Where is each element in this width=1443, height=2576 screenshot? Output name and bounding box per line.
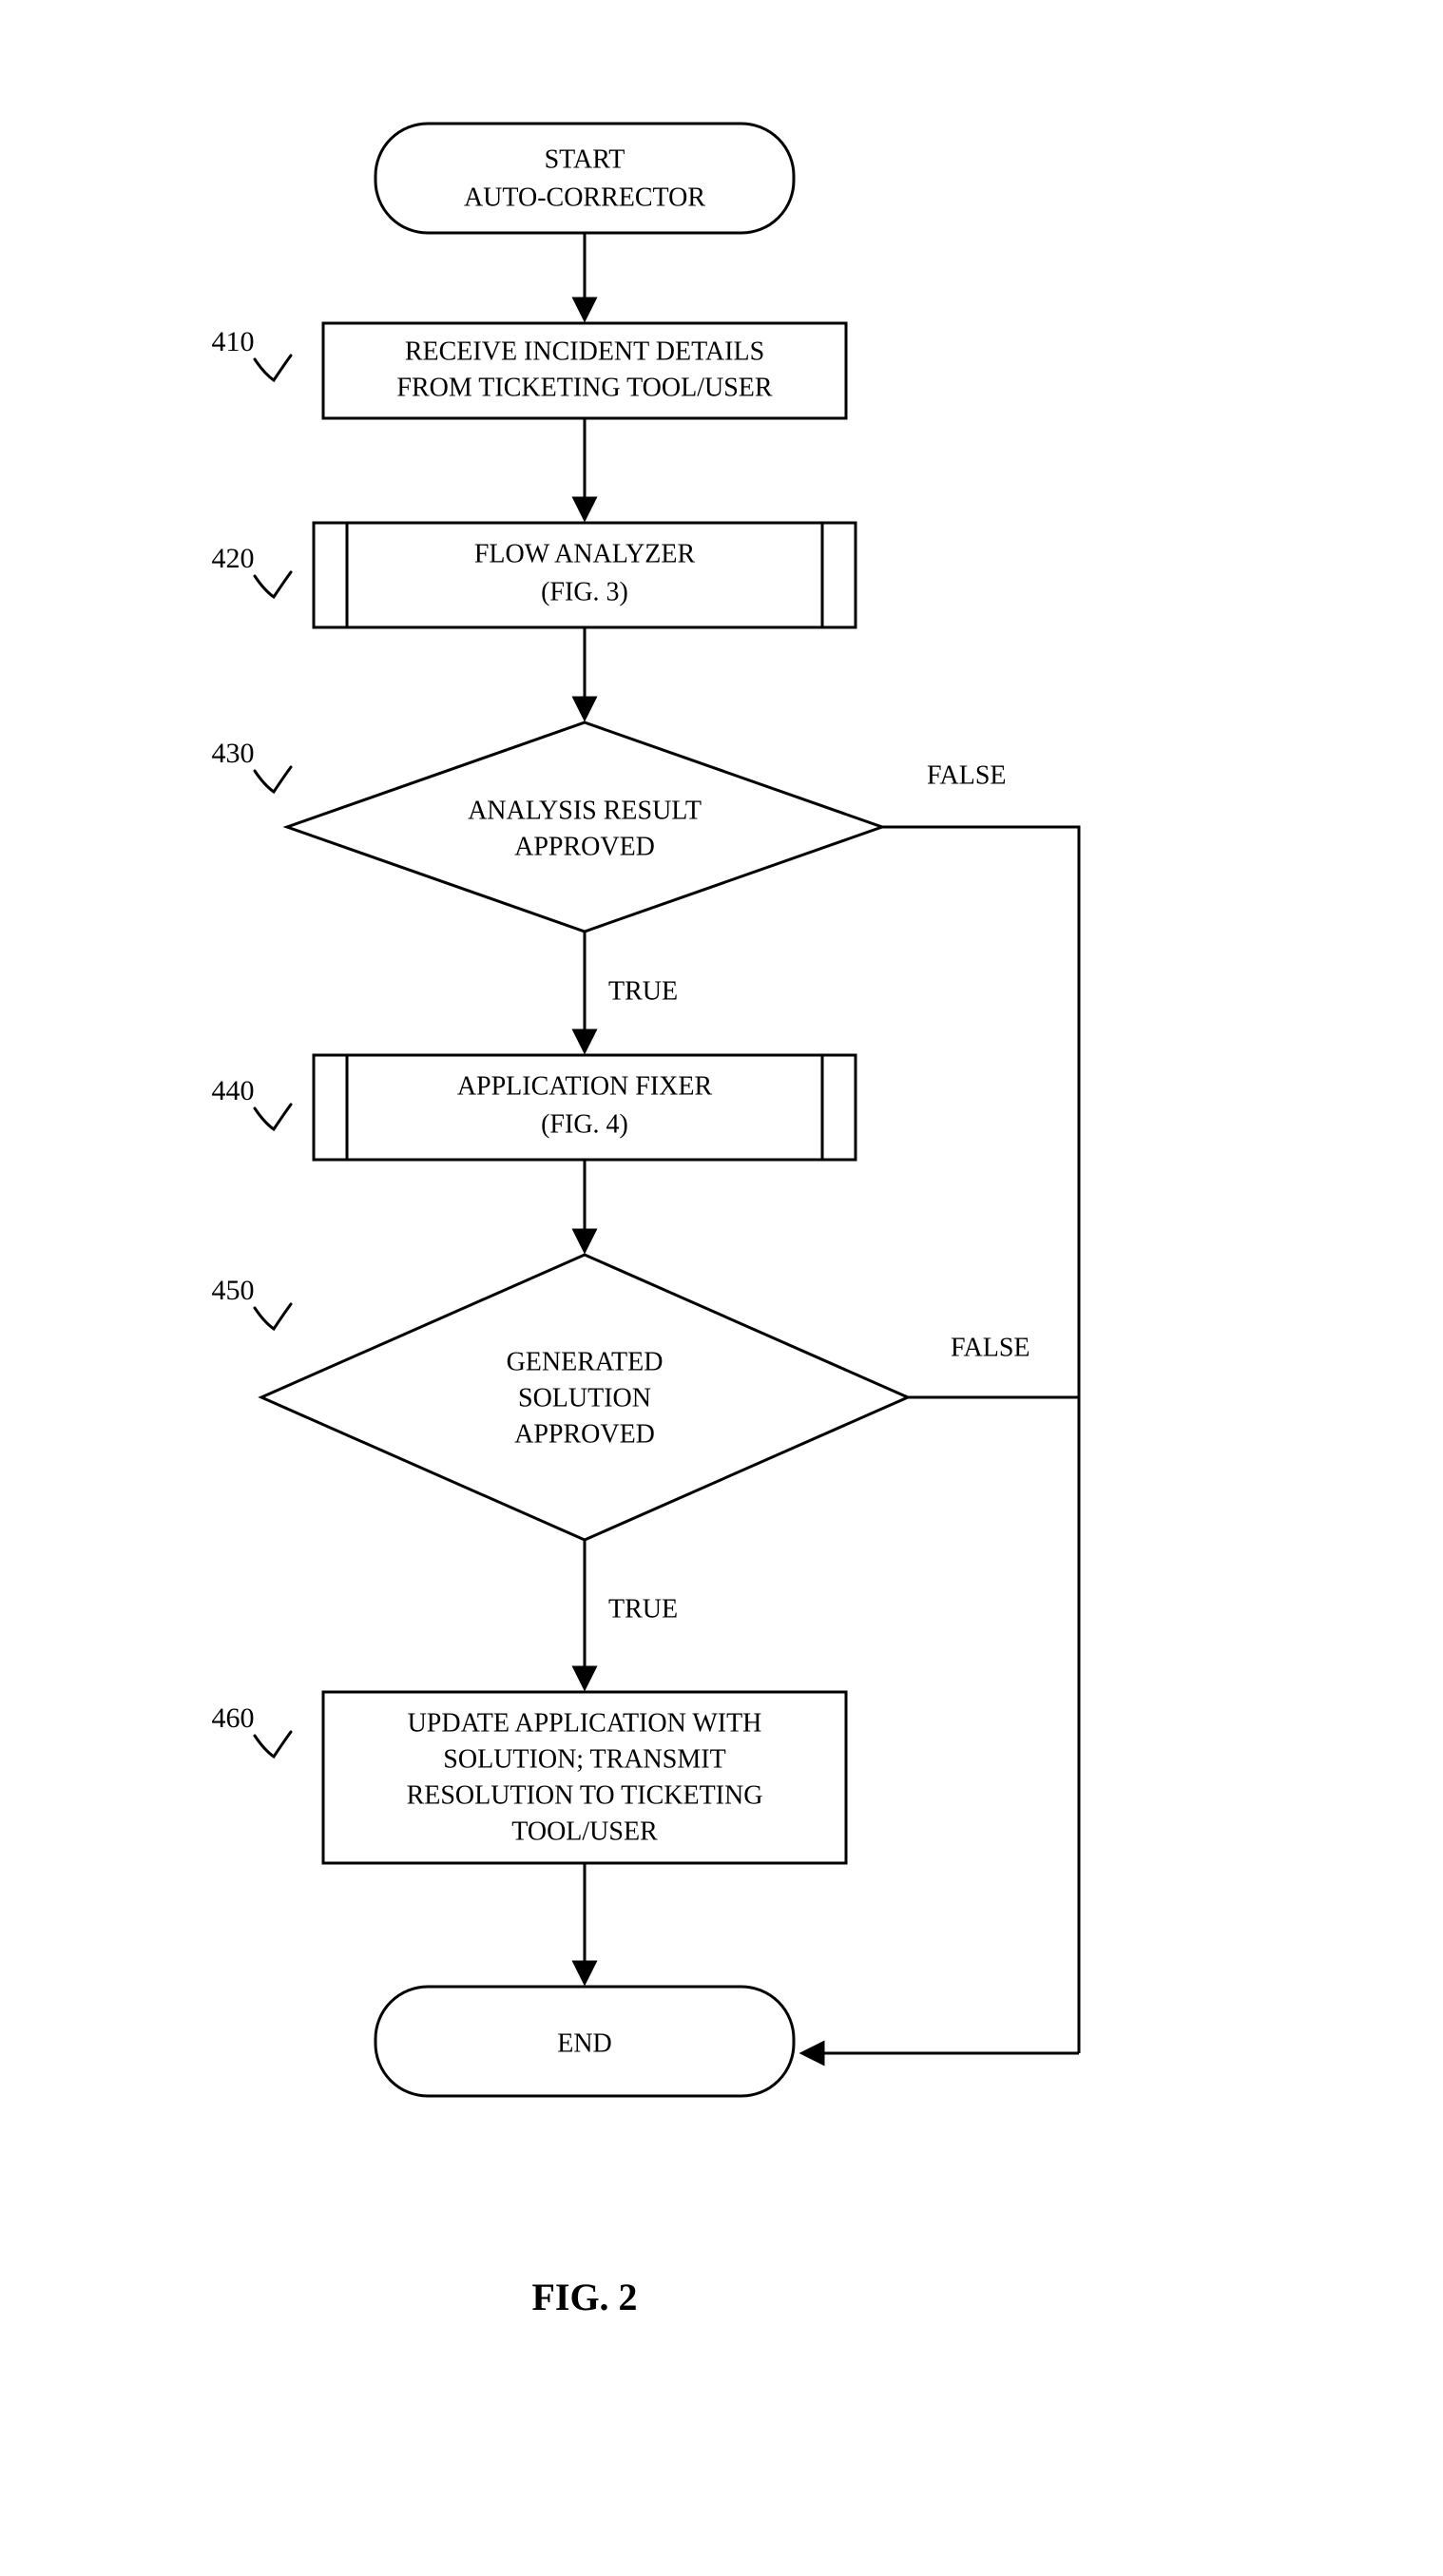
flowchart-diagram: START AUTO-CORRECTOR RECEIVE INCIDENT DE…	[0, 0, 1443, 2576]
end-text: END	[557, 2028, 612, 2058]
n460-text-1: UPDATE APPLICATION WITH	[408, 1708, 762, 1738]
ref-440: 440	[212, 1075, 255, 1106]
n440-text-2: (FIG. 4)	[541, 1109, 628, 1139]
arrow-430-false	[882, 827, 1079, 2053]
n450-text-1: GENERATED	[507, 1347, 664, 1376]
n430-text-1: ANALYSIS RESULT	[468, 796, 702, 825]
edge-450-true-label: TRUE	[608, 1594, 678, 1624]
ref-460: 460	[212, 1702, 255, 1734]
ref-410-tick	[255, 356, 291, 380]
ref-450: 450	[212, 1275, 255, 1306]
ref-460-tick	[255, 1732, 291, 1757]
n420-text-2: (FIG. 3)	[541, 577, 628, 606]
ref-420-tick	[255, 572, 291, 597]
start-text-1: START	[545, 144, 625, 174]
node-460: UPDATE APPLICATION WITH SOLUTION; TRANSM…	[323, 1692, 846, 1863]
ref-440-tick	[255, 1105, 291, 1129]
ref-430-tick	[255, 767, 291, 792]
n460-text-4: TOOL/USER	[511, 1817, 658, 1846]
n410-text-1: RECEIVE INCIDENT DETAILS	[405, 336, 764, 366]
node-450-decision: GENERATED SOLUTION APPROVED	[261, 1255, 908, 1540]
n460-text-3: RESOLUTION TO TICKETING	[407, 1780, 763, 1810]
ref-410: 410	[212, 326, 255, 357]
n440-text-1: APPLICATION FIXER	[457, 1071, 713, 1101]
n410-text-2: FROM TICKETING TOOL/USER	[396, 373, 772, 402]
n460-text-2: SOLUTION; TRANSMIT	[443, 1744, 725, 1774]
figure-caption: FIG. 2	[531, 2276, 637, 2318]
n420-text-1: FLOW ANALYZER	[474, 539, 696, 568]
node-410: RECEIVE INCIDENT DETAILS FROM TICKETING …	[323, 323, 846, 418]
edge-430-true-label: TRUE	[608, 976, 678, 1006]
ref-420: 420	[212, 543, 255, 574]
edge-450-false-label: FALSE	[951, 1333, 1030, 1362]
n450-text-3: APPROVED	[514, 1419, 655, 1449]
start-text-2: AUTO-CORRECTOR	[464, 183, 705, 212]
edge-430-false-label: FALSE	[927, 760, 1007, 790]
node-start: START AUTO-CORRECTOR	[375, 124, 794, 233]
ref-450-tick	[255, 1304, 291, 1329]
n430-text-2: APPROVED	[514, 832, 655, 861]
n450-text-2: SOLUTION	[518, 1383, 651, 1413]
node-420: FLOW ANALYZER (FIG. 3)	[314, 523, 856, 627]
ref-430: 430	[212, 738, 255, 769]
node-430-decision: ANALYSIS RESULT APPROVED	[287, 722, 882, 932]
node-end: END	[375, 1987, 794, 2096]
node-440: APPLICATION FIXER (FIG. 4)	[314, 1055, 856, 1160]
